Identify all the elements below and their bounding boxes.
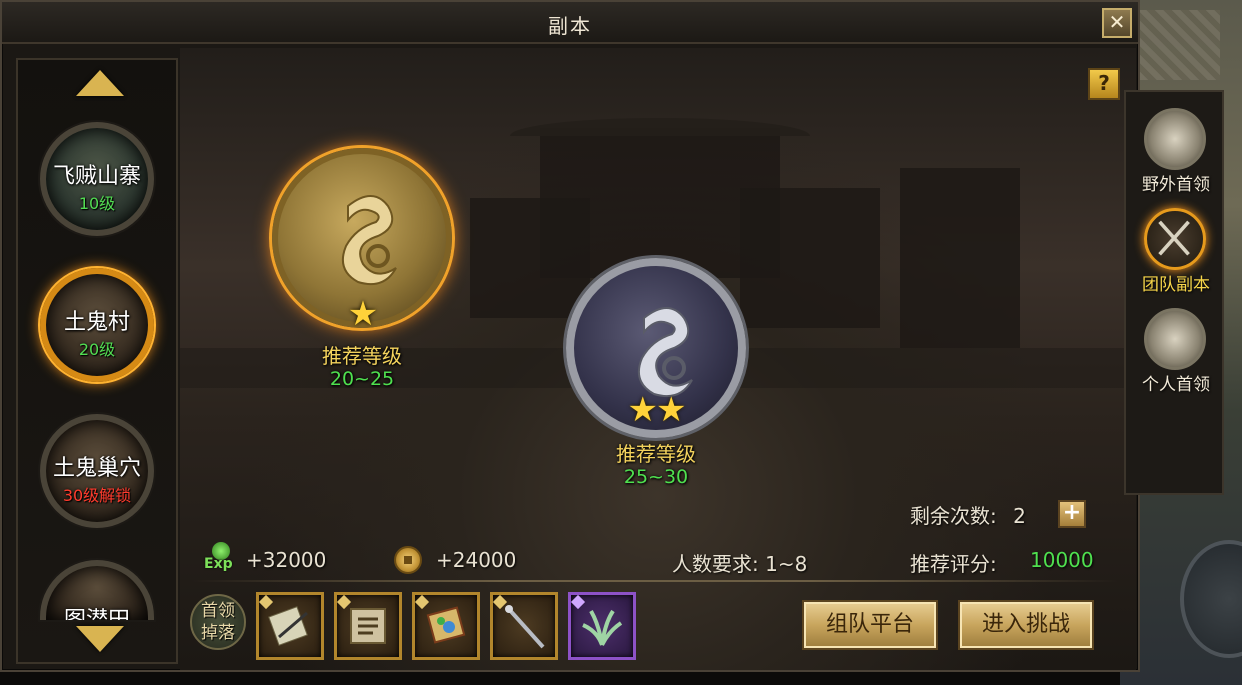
drop-label-line1: 首领 [201, 601, 235, 621]
recommended-level-range: 25~30 [623, 466, 689, 488]
tower-silhouette-far [900, 168, 1020, 348]
scroll-up-arrow-icon[interactable] [76, 70, 124, 100]
drop-label-line2: 掉落 [201, 623, 235, 643]
herb-icon [582, 609, 623, 646]
dungeon-list: 飞贼山寨 10级 土鬼村 20级 土鬼巢穴 30级解锁 图潜田 [16, 58, 178, 664]
drop-item-treasure-map[interactable] [412, 592, 480, 660]
recommended-level-label: 推荐等级 [616, 442, 696, 466]
dungeon-item-feizei[interactable]: 飞贼山寨 10级 [40, 122, 154, 236]
enter-challenge-button[interactable]: 进入挑战 [958, 600, 1094, 650]
gold-reward: +24000 [436, 548, 517, 572]
exp-icon: Exp [202, 542, 240, 576]
tab-field-boss[interactable]: 野外首领 [1128, 98, 1224, 195]
difficulty-emblem-2[interactable]: ★★ 推荐等级 25~30 [544, 218, 768, 518]
star-rating: ★ [347, 294, 378, 334]
dungeon-name: 土鬼巢穴 [52, 456, 141, 481]
drop-item-staff[interactable] [490, 592, 558, 660]
scroll-down-arrow-icon[interactable] [76, 626, 124, 656]
help-button[interactable]: ? [1088, 68, 1120, 100]
dungeon-name: 图潜田 [46, 602, 148, 620]
remaining-attempts: 剩余次数: 2 [910, 500, 1026, 529]
dungeon-scene: ? ★ 推荐等级 20~25 ★★ 推荐等级 25~30 剩余次数: 2 + E… [180, 48, 1136, 670]
dungeon-window: 副本 ✕ 飞贼山寨 10级 土鬼村 20级 土鬼巢穴 30级解锁 图潜田 ? [0, 0, 1140, 672]
dungeon-item-partial[interactable]: 图潜田 [40, 560, 154, 620]
divider [192, 580, 1118, 582]
personal-boss-icon [1144, 308, 1206, 370]
recommended-score-label: 推荐评分: [910, 552, 997, 576]
dungeon-item-tuguicun[interactable]: 土鬼村 20级 [40, 268, 154, 382]
tab-label: 团队副本 [1142, 275, 1210, 295]
tab-label: 个人首领 [1142, 375, 1210, 395]
boss-drop-badge: 首领 掉落 [190, 594, 246, 650]
dragon-icon [342, 195, 397, 286]
star-rating: ★★ [627, 390, 687, 430]
scroll-blade-icon [268, 606, 308, 646]
tab-personal-boss[interactable]: 个人首领 [1128, 298, 1224, 395]
temple-roof [510, 118, 810, 136]
dungeon-level: 20级 [78, 340, 116, 359]
dungeon-unlock-level: 30级解锁 [62, 486, 132, 505]
exp-icon-text: Exp [204, 556, 233, 572]
title-bar: 副本 ✕ [2, 2, 1138, 44]
recommended-level-label: 推荐等级 [322, 344, 402, 368]
remaining-value: 2 [1013, 504, 1026, 528]
recommended-score-value: 10000 [1030, 548, 1094, 572]
tab-label: 野外首领 [1142, 175, 1210, 195]
crossed-swords-glyph [1158, 220, 1190, 256]
crossed-swords-icon [1144, 208, 1206, 270]
treasure-map-icon [426, 606, 466, 644]
remaining-label: 剩余次数: [910, 504, 997, 528]
drop-item-rune-book[interactable] [334, 592, 402, 660]
recommended-level-range: 20~25 [329, 368, 395, 390]
dungeon-name: 土鬼村 [63, 310, 130, 335]
category-tabs: 野外首领 团队副本 个人首领 [1124, 90, 1224, 495]
difficulty-emblem-1[interactable]: ★ 推荐等级 20~25 [252, 108, 472, 408]
staff-icon [505, 605, 545, 649]
gold-coin-icon [394, 546, 422, 574]
drop-item-herb[interactable] [568, 592, 636, 660]
tab-team-dungeon[interactable]: 团队副本 [1128, 198, 1224, 295]
close-button[interactable]: ✕ [1102, 8, 1132, 38]
team-platform-button[interactable]: 组队平台 [802, 600, 938, 650]
add-attempts-button[interactable]: + [1058, 500, 1086, 528]
field-boss-icon [1144, 108, 1206, 170]
player-requirement: 人数要求: 1~8 [672, 552, 808, 576]
exp-reward: +32000 [246, 548, 327, 572]
dungeon-name: 飞贼山寨 [52, 164, 141, 189]
dungeon-level: 10级 [78, 194, 116, 213]
window-title: 副本 [548, 14, 592, 38]
drop-item-scroll-blade[interactable] [256, 592, 324, 660]
rune-book-icon [350, 608, 386, 644]
dungeon-item-tuguichaoxue[interactable]: 土鬼巢穴 30级解锁 [40, 414, 154, 528]
